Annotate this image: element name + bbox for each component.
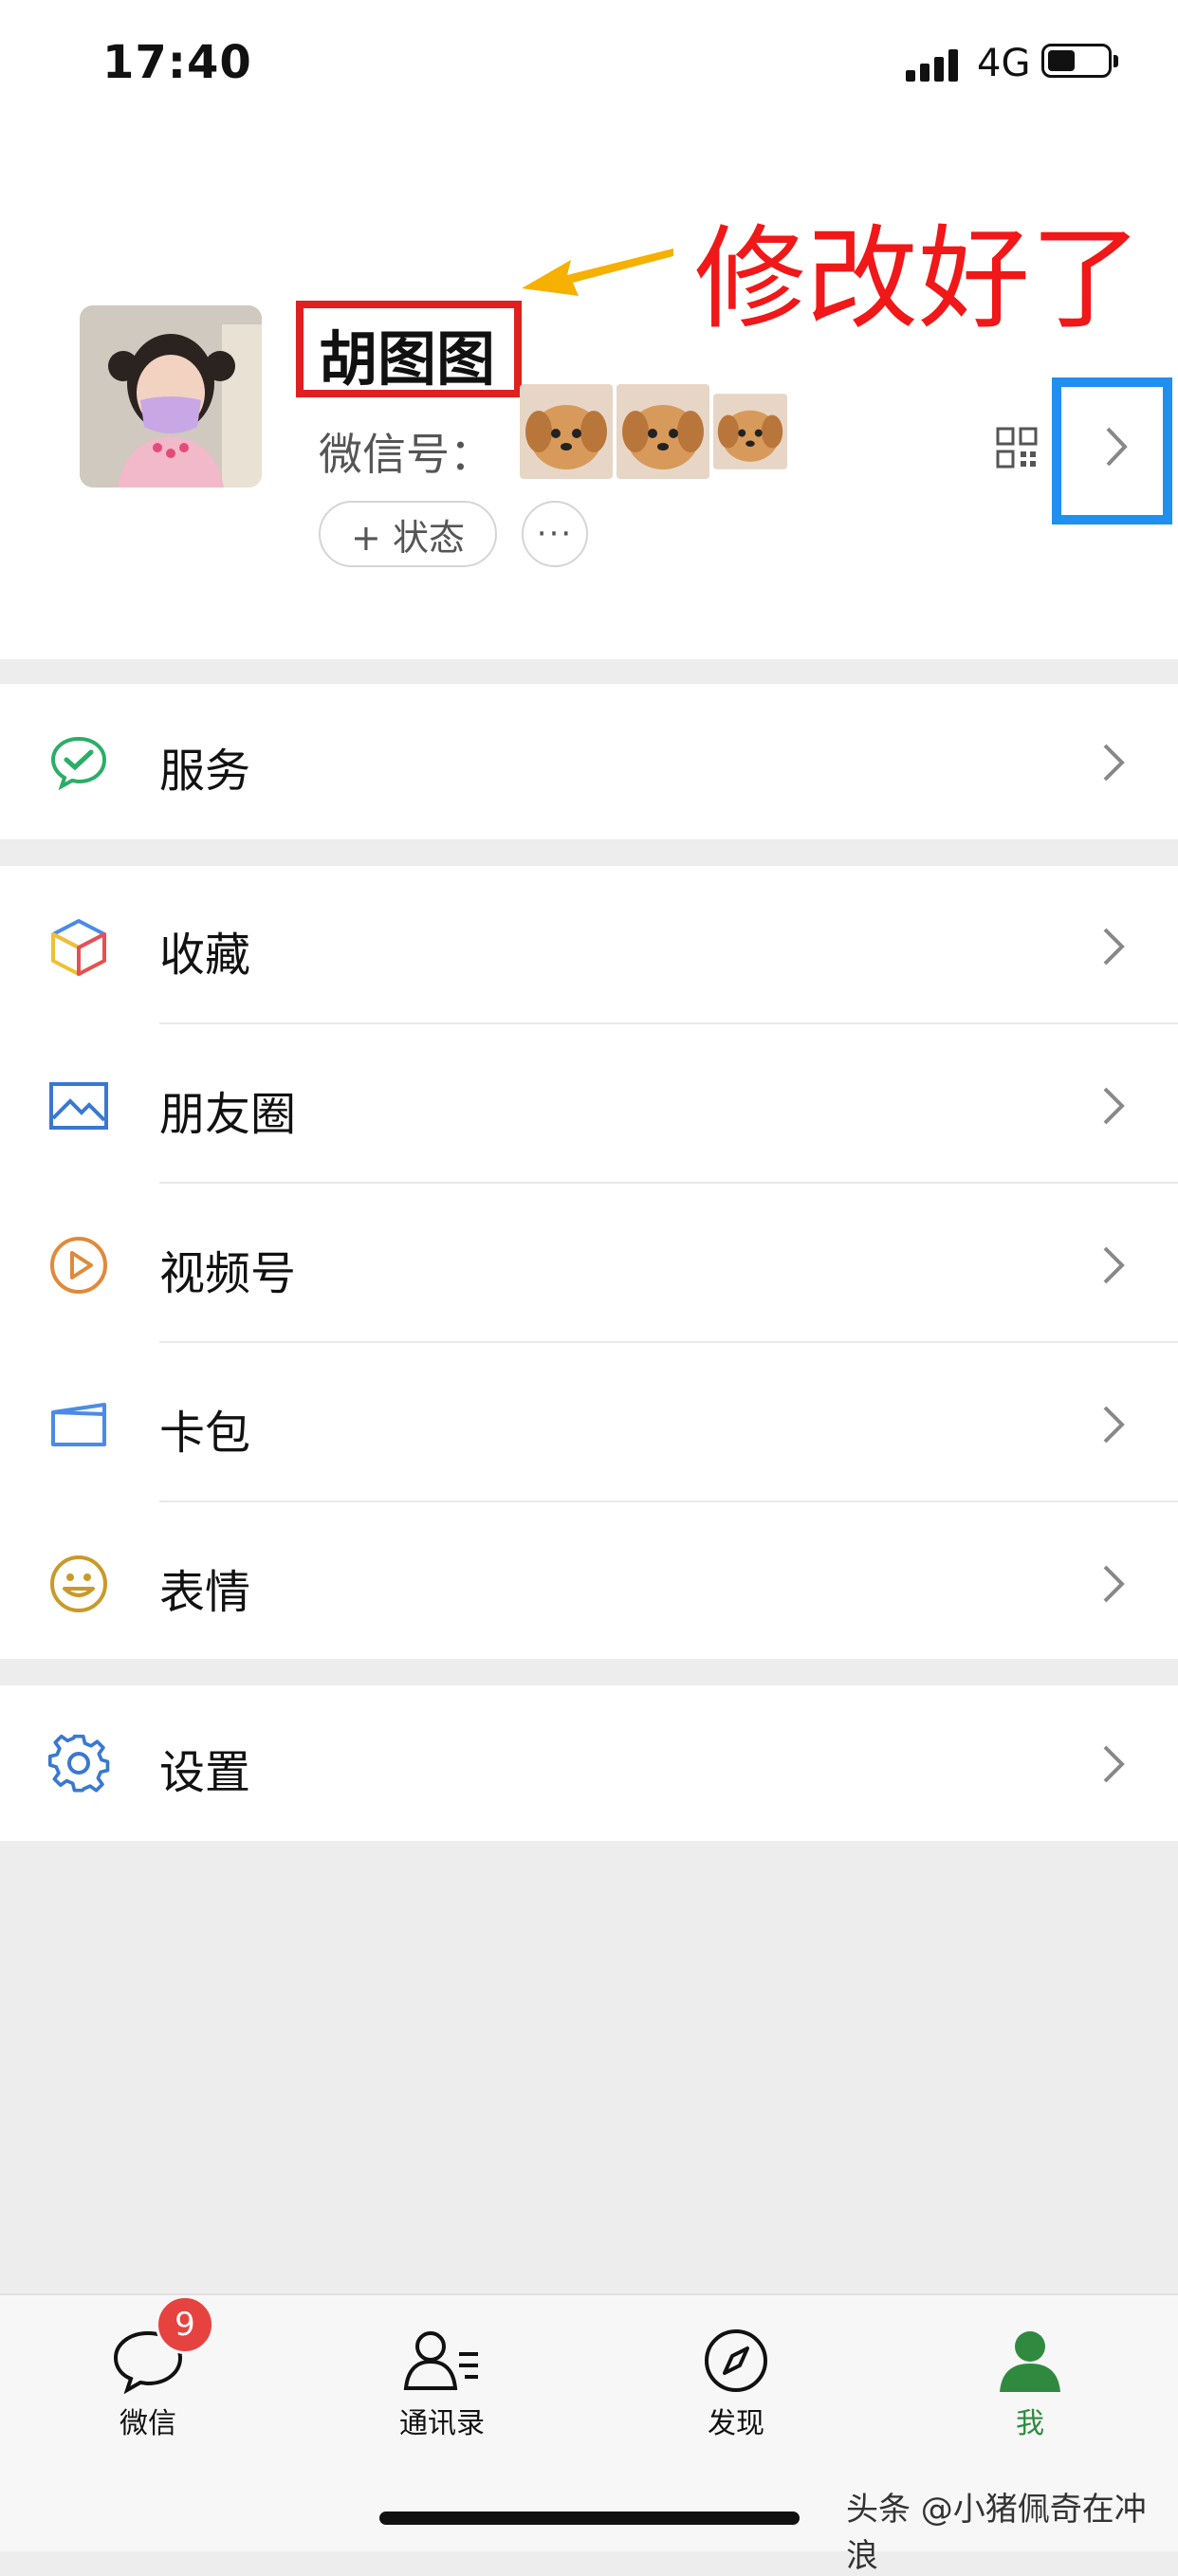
signal-icon — [906, 49, 958, 82]
tab-me[interactable]: 我 — [935, 2328, 1125, 2441]
status-time: 17:40 — [102, 36, 252, 89]
chevron-right-icon — [1103, 928, 1125, 966]
watermark: 头条 @小猪佩奇在冲浪 — [846, 2491, 1147, 2575]
services-group: 服务 — [0, 684, 1178, 839]
menu-item-label: 服务 — [159, 745, 251, 798]
chevron-right-icon — [1103, 1406, 1125, 1444]
menu-item-settings[interactable]: 设置 — [0, 1684, 1178, 1843]
compass-icon — [705, 2329, 767, 2392]
chevron-right-icon — [1103, 1565, 1125, 1603]
contacts-icon — [403, 2331, 478, 2390]
wechat-id-label: 微信号： — [319, 429, 493, 480]
moments-image-icon — [49, 1082, 108, 1130]
menu-item-moments[interactable]: 朋友圈 — [0, 1025, 1178, 1185]
tab-contacts[interactable]: 通讯录 — [347, 2328, 537, 2441]
tab-label: 通讯录 — [399, 2407, 485, 2440]
settings-group: 设置 — [0, 1685, 1178, 1841]
qr-code-icon[interactable] — [996, 427, 1038, 469]
divider — [159, 1500, 1178, 1502]
sticker-image — [617, 384, 709, 479]
menu-item-stickers[interactable]: 表情 — [0, 1503, 1178, 1663]
tab-chats[interactable]: 微信 — [53, 2328, 243, 2441]
chevron-right-icon — [1103, 1087, 1125, 1125]
divider — [159, 1182, 1178, 1184]
chevron-right-icon — [1103, 744, 1125, 782]
battery-tip — [1114, 55, 1118, 67]
menu-item-channels[interactable]: 视频号 — [0, 1185, 1178, 1344]
annotation-blue-box — [1052, 377, 1172, 524]
tab-label: 微信 — [120, 2407, 176, 2440]
menu-item-label: 卡包 — [159, 1407, 251, 1460]
menu-item-label: 收藏 — [159, 929, 251, 982]
menu-item-label: 视频号 — [159, 1247, 297, 1300]
menu-item-favorites[interactable]: 收藏 — [0, 866, 1178, 1025]
add-status-button[interactable]: + 状态 — [319, 501, 497, 567]
divider — [159, 1022, 1178, 1024]
profile-name: 胡图图 — [319, 324, 496, 394]
avatar-image — [80, 305, 262, 488]
tab-discover[interactable]: 发现 — [641, 2328, 831, 2441]
person-icon — [1000, 2331, 1060, 2392]
menu-item-card-wallet[interactable]: 卡包 — [0, 1344, 1178, 1503]
tab-label: 发现 — [708, 2407, 764, 2440]
unread-badge: 9 — [156, 2295, 214, 2354]
network-type: 4G — [977, 42, 1031, 85]
menu-item-label: 朋友圈 — [159, 1088, 297, 1141]
chevron-right-icon — [1103, 1745, 1125, 1783]
tab-label: 我 — [1016, 2407, 1044, 2440]
favorites-cube-icon — [51, 919, 106, 976]
menu-item-services[interactable]: 服务 — [0, 682, 1178, 841]
card-wallet-icon — [51, 1403, 106, 1446]
menu-item-label: 设置 — [159, 1746, 251, 1799]
sticker-image — [520, 384, 613, 479]
main-menu-group: 收藏 朋友圈 视频号 卡包 表情 — [0, 866, 1178, 1659]
smiley-icon — [50, 1555, 107, 1612]
channels-play-icon — [50, 1237, 107, 1294]
divider — [159, 1341, 1178, 1343]
gear-icon — [47, 1734, 110, 1793]
chevron-right-icon — [1103, 1246, 1125, 1284]
home-indicator[interactable] — [379, 2512, 800, 2525]
more-button[interactable]: ··· — [522, 501, 588, 567]
battery-icon — [1041, 44, 1112, 78]
avatar[interactable] — [80, 305, 262, 488]
annotation-text: 修改好了 — [694, 213, 1143, 344]
menu-item-label: 表情 — [159, 1566, 251, 1619]
sticker-image — [713, 394, 787, 469]
wechat-pay-icon — [50, 736, 107, 791]
annotation-arrow-icon — [522, 248, 673, 296]
